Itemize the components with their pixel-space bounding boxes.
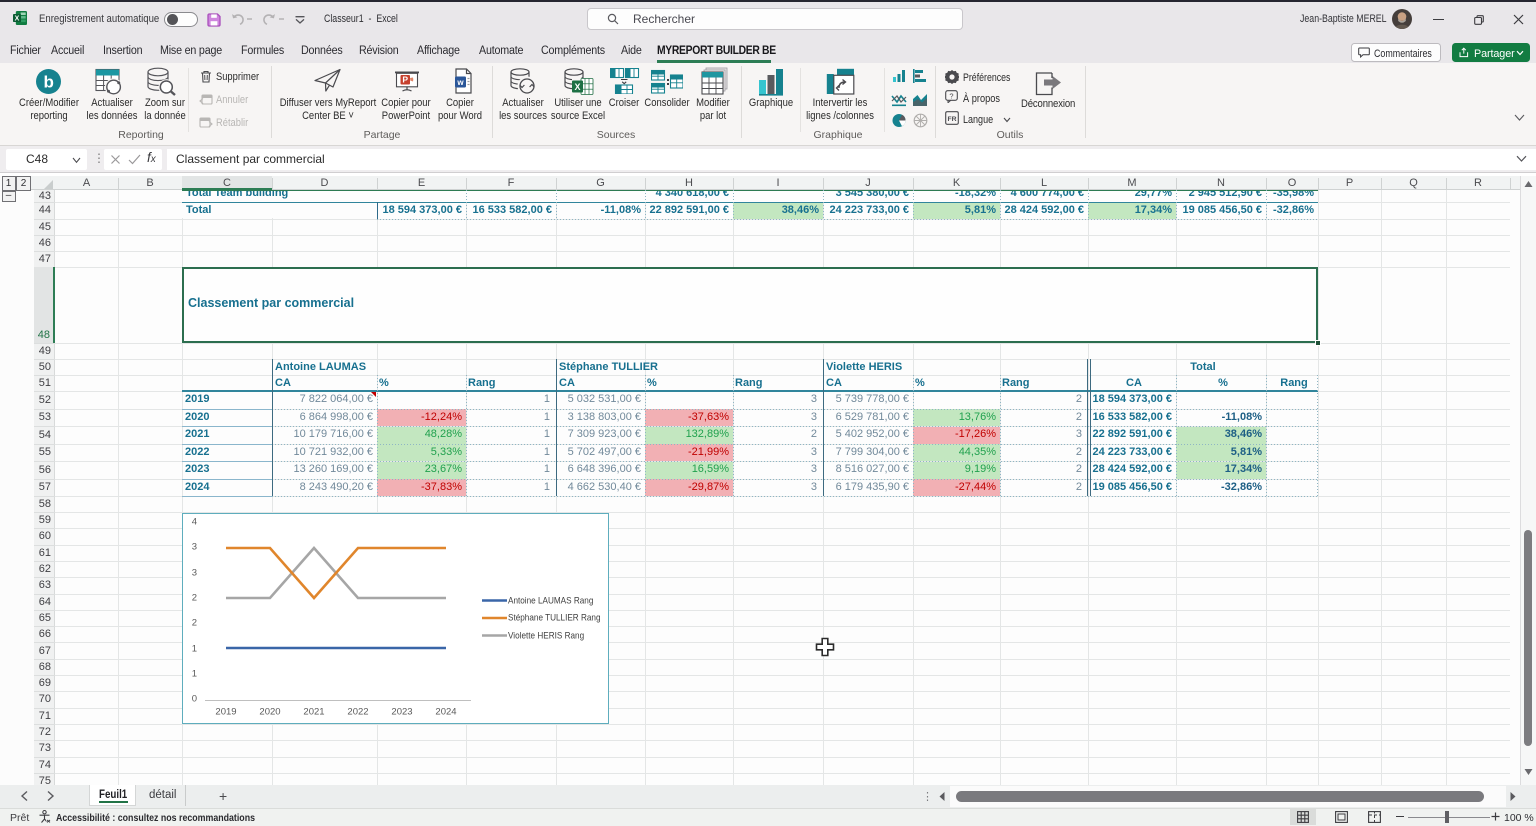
svg-text:b: b — [44, 73, 54, 92]
svg-text:P: P — [402, 75, 408, 85]
svg-text:X: X — [15, 16, 20, 23]
svg-text:?: ? — [949, 92, 953, 101]
svg-text:FR: FR — [947, 116, 956, 123]
svg-text:X: X — [574, 82, 580, 92]
svg-text:w: w — [456, 78, 464, 87]
